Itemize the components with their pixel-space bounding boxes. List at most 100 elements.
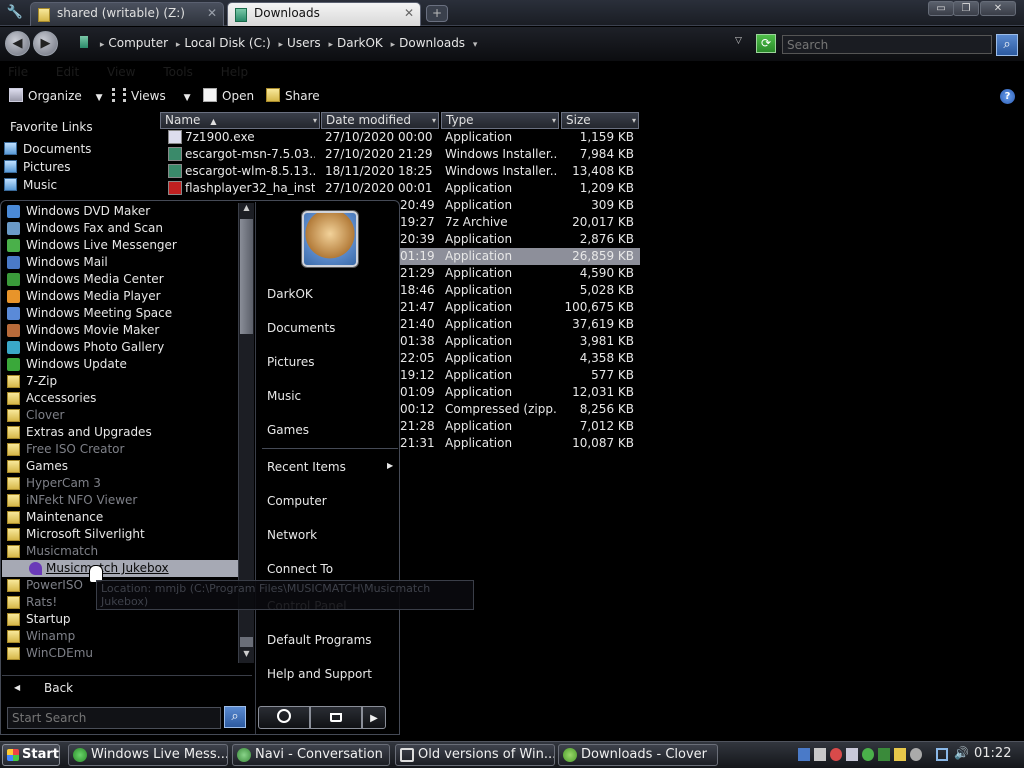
tray-app-icon[interactable] (846, 748, 858, 761)
column-date[interactable]: Date modified ▾ (321, 112, 439, 129)
share-button[interactable]: Share (266, 88, 320, 103)
program-item[interactable]: Accessories (2, 390, 238, 407)
tray-security-icon[interactable] (830, 748, 842, 761)
clock[interactable]: 01:22 (974, 746, 1011, 761)
organize-button[interactable]: Organize ▼ (9, 88, 103, 103)
program-item[interactable]: Musicmatch (2, 543, 238, 560)
program-item[interactable]: Windows DVD Maker (2, 203, 238, 220)
menu-file[interactable]: File (8, 65, 28, 79)
crumb-local-disk[interactable]: Local Disk (C:) (184, 36, 270, 50)
close-tab-icon[interactable]: ✕ (207, 6, 217, 20)
program-item[interactable]: Windows Meeting Space (2, 305, 238, 322)
fav-music[interactable]: Music (4, 178, 57, 195)
documents-link[interactable]: Documents (267, 321, 335, 335)
tray-app-icon[interactable] (878, 748, 890, 761)
crumb-downloads[interactable]: Downloads (399, 36, 465, 50)
power-button[interactable] (258, 706, 310, 729)
restore-button[interactable]: ❐ (953, 1, 979, 16)
tray-app-icon[interactable] (910, 748, 922, 761)
program-item[interactable]: Windows Movie Maker (2, 322, 238, 339)
menu-view[interactable]: View (107, 65, 135, 79)
back-button[interactable]: ◀ Back (2, 675, 252, 697)
games-link[interactable]: Games (267, 423, 309, 437)
scroll-down-icon[interactable]: ▼ (239, 649, 254, 663)
scroll-thumb[interactable] (240, 219, 253, 334)
program-item[interactable]: Extras and Upgrades (2, 424, 238, 441)
taskbar-navi[interactable]: Navi - Conversation (232, 744, 390, 766)
program-item[interactable]: Free ISO Creator (2, 441, 238, 458)
connect-to-link[interactable]: Connect To (267, 562, 333, 576)
file-row[interactable]: escargot-wlm-8.5.13... 18/11/2020 18:25 Wi… (160, 163, 640, 180)
column-type[interactable]: Type ▾ (441, 112, 559, 129)
file-row[interactable]: 7z1900.exe 27/10/2020 00:00 Application 1,1… (160, 129, 640, 146)
taskbar-downloads-clover[interactable]: Downloads - Clover (558, 744, 718, 766)
computer-link[interactable]: Computer (267, 494, 327, 508)
fav-documents[interactable]: Documents (4, 142, 91, 159)
menu-help[interactable]: Help (221, 65, 248, 79)
search-icon[interactable]: ⌕ (996, 34, 1018, 56)
default-programs-link[interactable]: Default Programs (267, 633, 372, 647)
program-item[interactable]: Windows Update (2, 356, 238, 373)
tab-downloads[interactable]: Downloads ✕ (227, 2, 421, 26)
wrench-icon[interactable]: 🔧 (4, 3, 26, 23)
tray-app-icon[interactable] (814, 748, 826, 761)
user-name-link[interactable]: DarkOK (267, 287, 313, 301)
address-dropdown-icon[interactable]: ▽ (735, 36, 742, 46)
program-item[interactable]: Clover (2, 407, 238, 424)
scroll-up-icon[interactable]: ▲ (239, 203, 254, 217)
menu-edit[interactable]: Edit (56, 65, 79, 79)
start-search-input[interactable] (7, 707, 221, 729)
program-item[interactable]: 7-Zip (2, 373, 238, 390)
tray-messenger-icon[interactable] (862, 748, 874, 761)
program-item[interactable]: HyperCam 3 (2, 475, 238, 492)
column-size[interactable]: Size ▾ (561, 112, 639, 129)
menu-tools[interactable]: Tools (163, 65, 193, 79)
tray-app-icon[interactable] (798, 748, 810, 761)
crumb-computer[interactable]: Computer (108, 36, 168, 50)
program-item[interactable]: Windows Live Messenger (2, 237, 238, 254)
close-button[interactable]: ✕ (980, 1, 1016, 16)
file-row[interactable]: escargot-msn-7.5.03... 27/10/2020 21:29 Wi… (160, 146, 640, 163)
forward-button[interactable]: ▶ (33, 31, 58, 56)
tray-app-icon[interactable] (894, 748, 906, 761)
program-item[interactable]: Games (2, 458, 238, 475)
program-item[interactable]: Windows Fax and Scan (2, 220, 238, 237)
tab-shared-writable[interactable]: shared (writable) (Z:) ✕ (30, 2, 224, 26)
close-tab-icon[interactable]: ✕ (404, 6, 414, 20)
help-and-support-link[interactable]: Help and Support (267, 667, 372, 681)
program-item[interactable]: Musicmatch Jukebox (2, 560, 238, 577)
program-item[interactable]: Windows Media Player (2, 288, 238, 305)
program-item[interactable]: Windows Photo Gallery (2, 339, 238, 356)
user-avatar[interactable] (302, 211, 358, 267)
open-button[interactable]: Open (203, 88, 254, 103)
music-link[interactable]: Music (267, 389, 301, 403)
program-item[interactable]: Microsoft Silverlight (2, 526, 238, 543)
program-item[interactable]: WinCDEmu (2, 645, 238, 662)
program-item[interactable]: Windows Mail (2, 254, 238, 271)
recent-items-link[interactable]: Recent Items ▶ (267, 460, 397, 474)
taskbar-old-versions[interactable]: Old versions of Win... (395, 744, 555, 766)
program-item[interactable]: Winamp (2, 628, 238, 645)
search-input[interactable] (782, 35, 992, 54)
program-item[interactable]: iNFekt NFO Viewer (2, 492, 238, 509)
crumb-darkok[interactable]: DarkOK (337, 36, 383, 50)
search-icon[interactable]: ⌕ (224, 706, 246, 728)
crumb-users[interactable]: Users (287, 36, 321, 50)
file-row[interactable]: flashplayer32_ha_insta... 27/10/2020 00:0… (160, 180, 640, 197)
views-button[interactable]: Views ▼ (112, 88, 190, 103)
help-icon[interactable]: ? (1000, 89, 1015, 104)
shutdown-options-button[interactable]: ▶ (362, 706, 386, 729)
start-button[interactable]: Start (2, 744, 60, 766)
program-item[interactable]: Startup (2, 611, 238, 628)
fav-pictures[interactable]: Pictures (4, 160, 71, 177)
pictures-link[interactable]: Pictures (267, 355, 315, 369)
program-item[interactable]: Maintenance (2, 509, 238, 526)
network-link[interactable]: Network (267, 528, 317, 542)
breadcrumb[interactable]: ▸ Computer ▸ Local Disk (C:) ▸ Users ▸ DarkO… (74, 31, 750, 57)
taskbar-messenger[interactable]: Windows Live Mess... (68, 744, 228, 766)
lock-button[interactable] (310, 706, 362, 729)
back-button[interactable]: ◀ (5, 31, 30, 56)
minimize-button[interactable]: ▭ (928, 1, 954, 16)
network-icon[interactable] (936, 748, 948, 761)
volume-icon[interactable]: 🔊 (954, 746, 969, 760)
